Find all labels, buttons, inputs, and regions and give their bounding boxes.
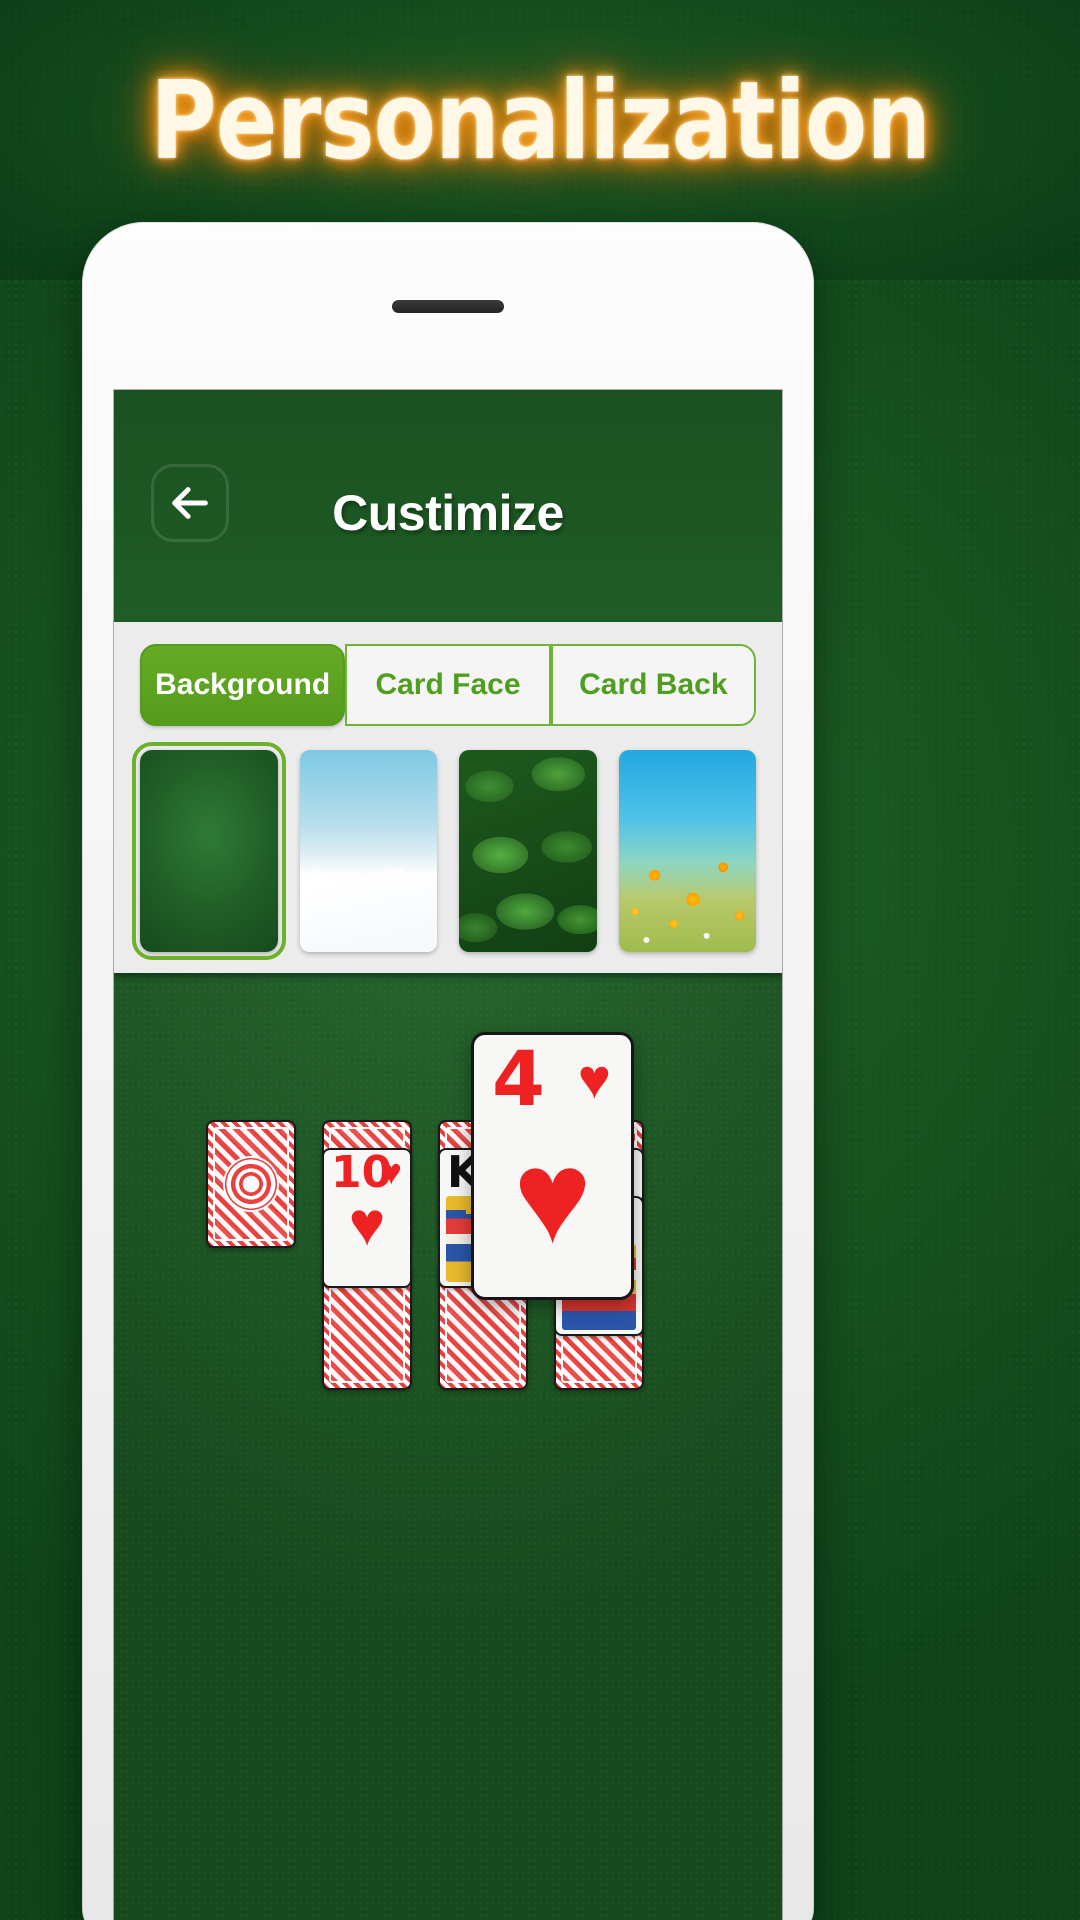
tab-card-back[interactable]: Card Back [550,644,756,726]
background-thumbnail-list [132,742,756,960]
preview-card-rank: 4 [492,1034,545,1123]
background-thumb-yellow-flowers[interactable] [618,750,756,952]
background-thumb-solid-green[interactable] [132,742,286,960]
card-suit-large: ♥ [348,1190,386,1259]
background-thumb-green-leaves[interactable] [459,750,597,952]
preview-card-suit-large: ♥ [513,1123,592,1270]
solitaire-tableau: 10 ♥ ♥ K ♣ [114,1090,782,1490]
panel-drop-shadow [114,973,782,983]
tab-bar: Background Card Face Card Back [140,644,756,726]
tableau-pile-1[interactable] [206,1120,296,1248]
app-header: Custimize [114,390,782,622]
card-face-10-hearts[interactable]: 10 ♥ ♥ [322,1148,412,1288]
tableau-pile-2[interactable]: 10 ♥ ♥ [322,1120,412,1390]
phone-mockup: Custimize Background Card Face Card Back [82,222,814,1920]
customize-panel: Background Card Face Card Back [114,622,782,973]
background-thumb-snow-mountain[interactable] [299,750,437,952]
arrow-left-icon [172,487,208,519]
card-suit: ♥ [380,1151,402,1192]
promo-headline-text: Personalization [150,59,931,184]
tab-card-face[interactable]: Card Face [345,644,551,726]
card-face-preview[interactable]: 4 ♥ ♥ [471,1032,634,1300]
promo-headline: Personalization [0,52,1080,192]
app-screen: Custimize Background Card Face Card Back [114,390,782,1920]
card-back[interactable] [206,1120,296,1248]
tab-background[interactable]: Background [140,644,346,726]
preview-card-suit-small: ♥ [577,1047,611,1110]
back-button[interactable] [151,464,229,542]
speaker-grille-icon [392,300,504,313]
